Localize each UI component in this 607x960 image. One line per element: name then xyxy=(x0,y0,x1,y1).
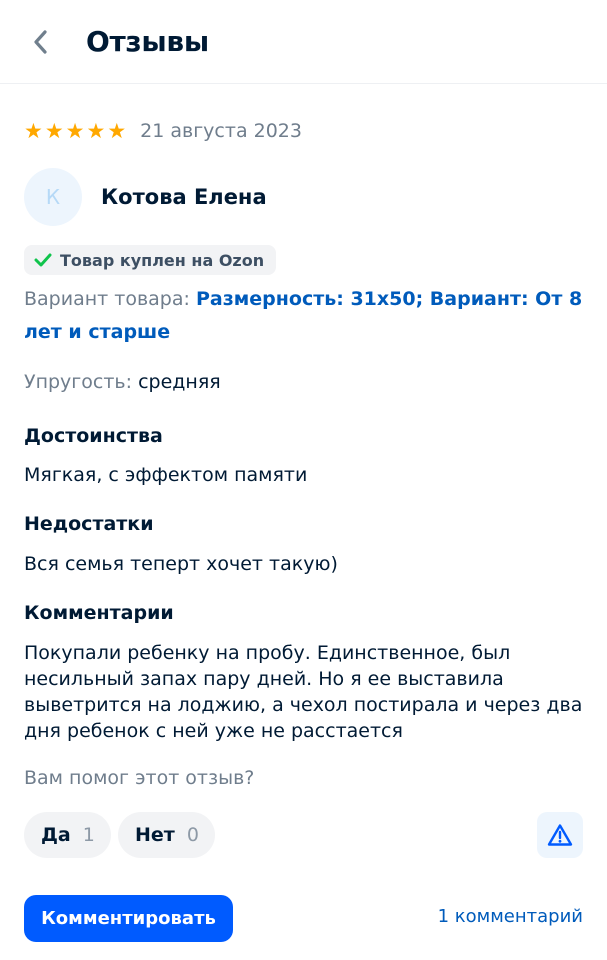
rating-row: ★ ★ ★ ★ ★ 21 августа 2023 xyxy=(24,120,302,142)
comment-title: Комментарии xyxy=(24,602,174,624)
elasticity-value: средняя xyxy=(138,371,221,393)
vote-yes-button[interactable]: Да 1 xyxy=(24,812,111,858)
chevron-left-icon xyxy=(34,29,47,54)
star-icon: ★ xyxy=(44,118,64,143)
review-date: 21 августа 2023 xyxy=(140,120,302,142)
avatar[interactable]: К xyxy=(24,168,82,226)
star-icon: ★ xyxy=(65,118,85,143)
vote-yes-label: Да xyxy=(41,824,71,846)
star-icon: ★ xyxy=(107,118,127,143)
comment-button[interactable]: Комментировать xyxy=(24,895,233,942)
helpful-question: Вам помог этот отзыв? xyxy=(24,767,255,789)
report-button[interactable] xyxy=(537,812,583,858)
vote-no-label: Нет xyxy=(135,824,175,846)
purchased-badge: Товар куплен на Ozon xyxy=(24,245,277,275)
header-bar: Отзывы xyxy=(0,0,607,84)
product-variant: Вариант товара: Размерность: 31x50; Вари… xyxy=(24,283,584,349)
cons-text: Вся семья теперт хочет такую) xyxy=(24,553,338,575)
vote-no-button[interactable]: Нет 0 xyxy=(118,812,215,858)
cons-title: Недостатки xyxy=(24,513,154,535)
author-name[interactable]: Котова Елена xyxy=(101,185,267,209)
comment-text: Покупали ребенку на пробу. Единственное,… xyxy=(24,642,583,742)
vote-yes-count: 1 xyxy=(82,824,95,846)
vote-no-count: 0 xyxy=(186,824,199,846)
elasticity-label: Упругость: xyxy=(24,371,133,393)
check-icon xyxy=(34,253,52,267)
star-icon: ★ xyxy=(24,118,43,143)
star-rating: ★ ★ ★ ★ ★ xyxy=(24,118,127,143)
author-row: К Котова Елена xyxy=(24,168,267,226)
back-button[interactable] xyxy=(28,25,52,59)
warning-triangle-icon xyxy=(547,824,573,846)
page-title: Отзывы xyxy=(86,25,209,58)
comments-count-link[interactable]: 1 комментарий xyxy=(438,906,583,927)
star-icon: ★ xyxy=(86,118,106,143)
badge-label: Товар куплен на Ozon xyxy=(60,250,265,270)
elasticity-row: Упругость: средняя xyxy=(24,371,221,393)
pros-title: Достоинства xyxy=(24,425,163,447)
variant-label: Вариант товара: xyxy=(24,288,190,310)
pros-text: Мягкая, с эффектом памяти xyxy=(24,464,308,486)
